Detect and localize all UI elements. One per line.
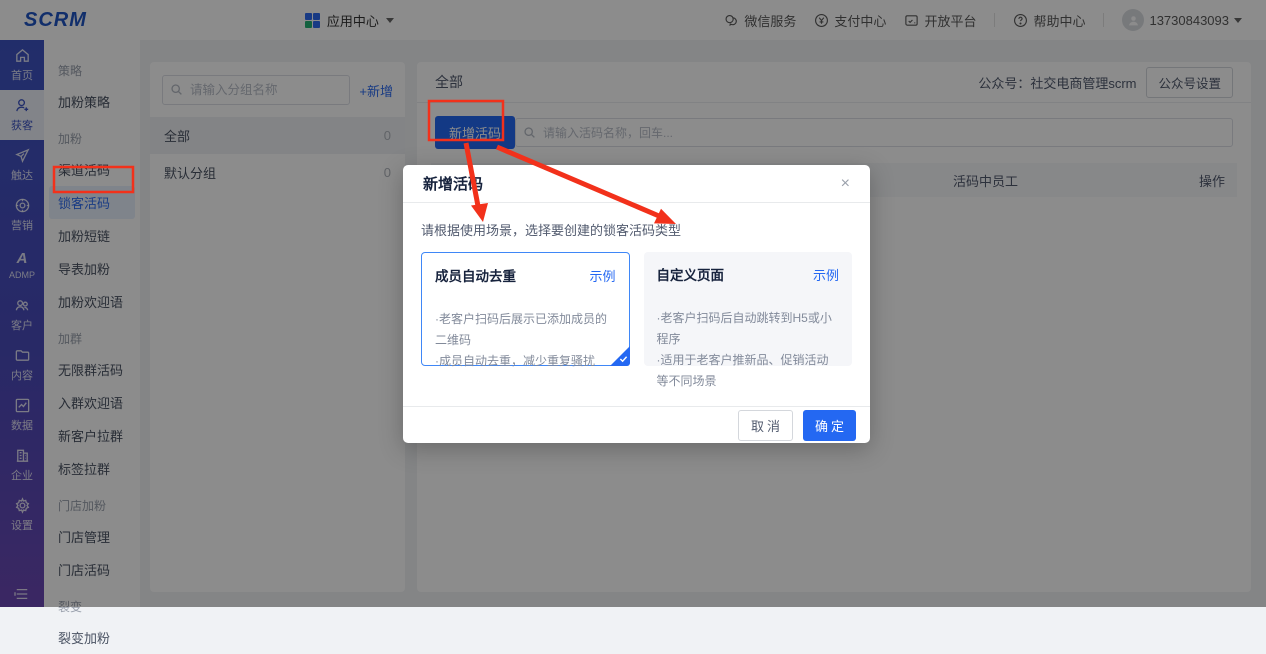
option-title: 成员自动去重 — [435, 265, 516, 285]
option-card-custom-page[interactable]: 自定义页面 示例 ·老客户扫码后自动跳转到H5或小程序 ·适用于老客户推新品、促… — [644, 252, 852, 366]
modal-description: 请根据使用场景，选择要创建的锁客活码类型 — [421, 220, 852, 239]
modal-title: 新增活码 — [423, 173, 483, 194]
example-link[interactable]: 示例 — [813, 265, 839, 284]
close-icon[interactable]: × — [841, 176, 850, 192]
option-bullet: ·老客户扫码后自动跳转到H5或小程序 — [657, 308, 839, 350]
option-bullet: ·成员自动去重，减少重复骚扰 — [435, 351, 616, 372]
submenu-item-fission-fan[interactable]: 裂变加粉 — [44, 621, 140, 654]
option-title: 自定义页面 — [657, 264, 725, 284]
option-bullet: ·适用于老客户推新品、促销活动等不同场景 — [657, 350, 839, 392]
check-icon — [619, 355, 628, 363]
add-code-modal: 新增活码 × 请根据使用场景，选择要创建的锁客活码类型 成员自动去重 示例 ·老… — [403, 165, 870, 443]
confirm-button[interactable]: 确定 — [803, 410, 856, 441]
option-card-auto-dedup[interactable]: 成员自动去重 示例 ·老客户扫码后展示已添加成员的二维码 ·成员自动去重，减少重… — [421, 252, 630, 366]
example-link[interactable]: 示例 — [590, 266, 616, 285]
cancel-button[interactable]: 取消 — [738, 410, 793, 441]
option-bullet: ·老客户扫码后展示已添加成员的二维码 — [435, 309, 616, 351]
